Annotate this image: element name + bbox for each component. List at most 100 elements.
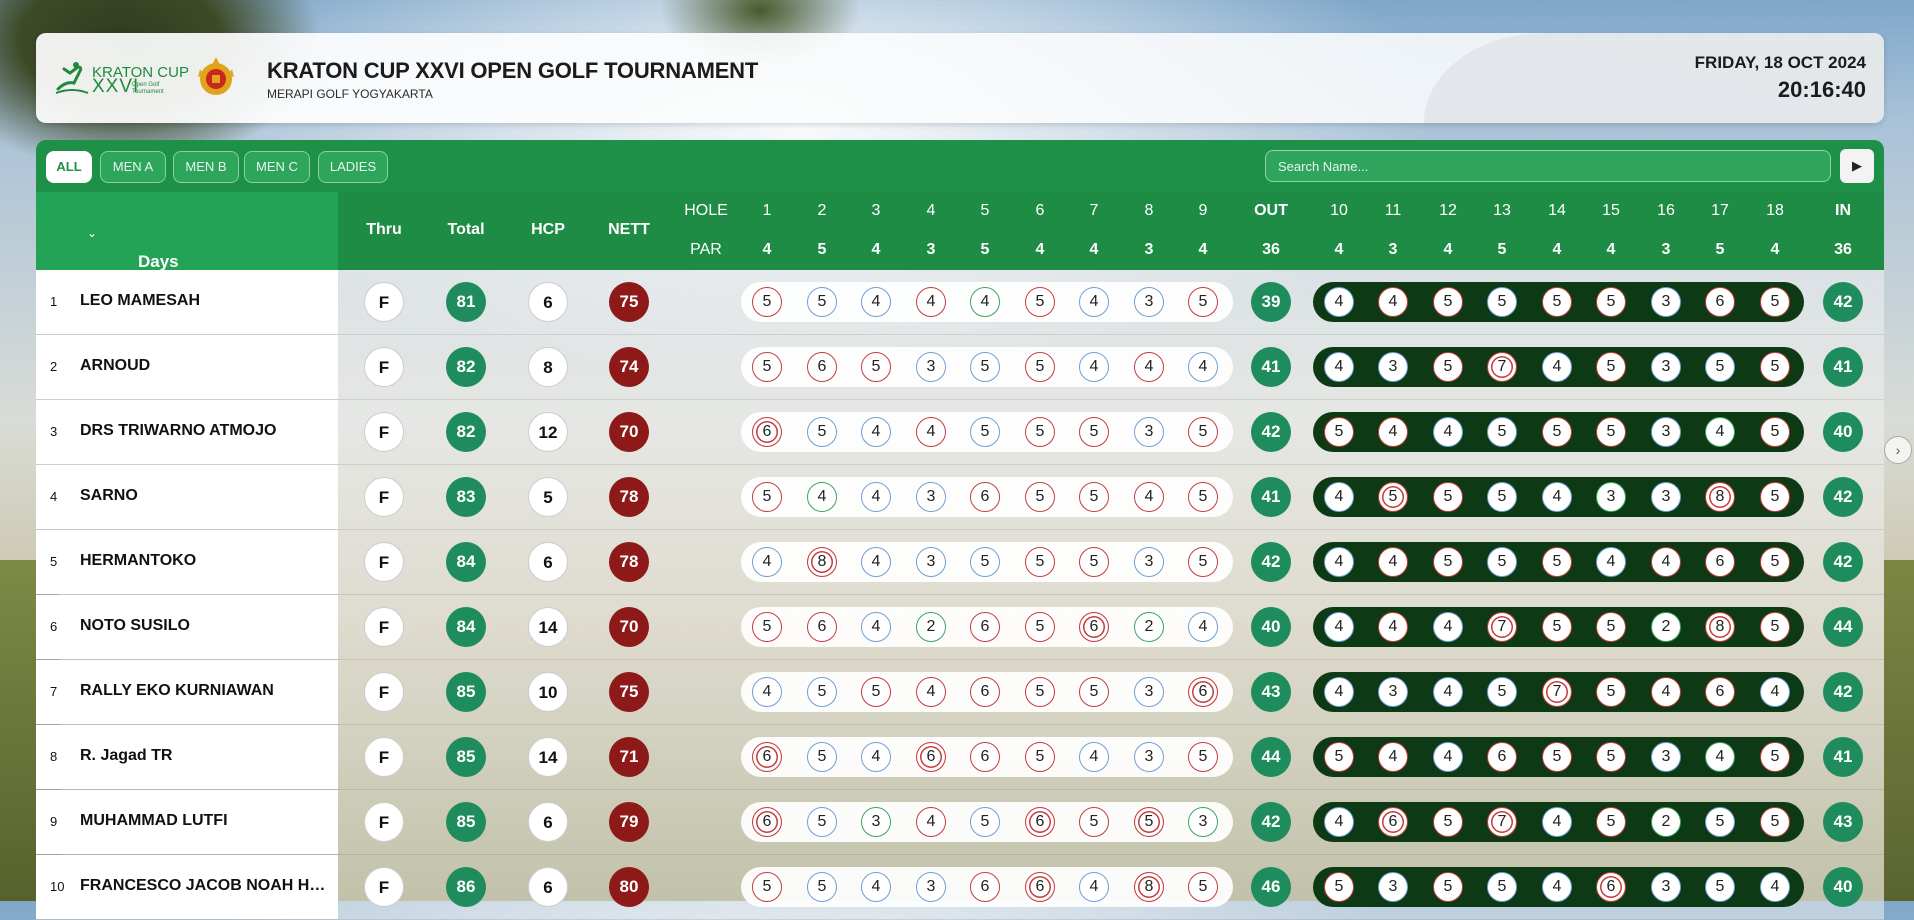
nett-badge: 75	[609, 672, 649, 712]
table-row[interactable]: 1 LEO MAMESAH F 81 6 75 39 42 5 5 4 4 4 5 4 3 5 4 4 5 5 5 5 3 6 5	[36, 270, 1884, 335]
table-header: Days ⌄ Thru Total HCP NETT HOLE PAR OUT …	[36, 192, 1884, 271]
total-badge: 84	[446, 542, 486, 582]
hole-score: 5	[1433, 352, 1463, 382]
hole-score: 7	[1487, 612, 1517, 642]
player-name[interactable]: SARNO	[80, 487, 332, 505]
rank: 10	[50, 879, 65, 894]
in-badge: 43	[1823, 802, 1863, 842]
table-row[interactable]: 9 MUHAMMAD LUTFI F 85 6 79 42 43 6 5 3 4 5 6 5 5 3 4 6 5 7 4 5…	[36, 790, 1884, 855]
chevron-down-icon: ⌄	[87, 226, 98, 240]
hole-score: 4	[916, 287, 946, 317]
hole-score: 4	[1324, 547, 1354, 577]
filter-men-c-button[interactable]: MEN C	[244, 151, 310, 183]
filter-men-b-button[interactable]: MEN B	[173, 151, 239, 183]
search-input[interactable]	[1265, 150, 1831, 182]
hole-score: 6	[970, 612, 1000, 642]
table-row[interactable]: 3 DRS TRIWARNO ATMOJO F 82 12 70 42 40 6 5 4 4 5 5 5 3 5…	[36, 400, 1884, 465]
hole-score: 5	[1025, 612, 1055, 642]
out-badge: 42	[1251, 412, 1291, 452]
hole-score: 6	[1487, 742, 1517, 772]
hole-score: 5	[1433, 807, 1463, 837]
table-row[interactable]: 8 R. Jagad TR F 85 14 71 44 41 6 5 4 6 6 5 4 3 5 5 4 4 6 5 5 3 4…	[36, 725, 1884, 790]
in-badge: 40	[1823, 412, 1863, 452]
hole-score: 5	[1025, 417, 1055, 447]
filter-all-button[interactable]: ALL	[46, 151, 92, 183]
nett-badge: 70	[609, 412, 649, 452]
hcp-header: HCP	[531, 221, 565, 238]
player-name[interactable]: R. Jagad TR	[80, 747, 332, 765]
player-name[interactable]: RALLY EKO KURNIAWAN	[80, 682, 332, 700]
hole-score: 5	[1188, 547, 1218, 577]
play-icon[interactable]: ▶	[1840, 149, 1874, 183]
filter-men-a-button[interactable]: MEN A	[100, 151, 166, 183]
thru-badge: F	[364, 867, 404, 907]
total-badge: 85	[446, 737, 486, 777]
hole-score: 5	[970, 352, 1000, 382]
hole-par: 5	[1715, 241, 1725, 258]
hole-score: 5	[1596, 612, 1626, 642]
hole-score: 5	[1760, 742, 1790, 772]
days-sort-button[interactable]: Days ⌄	[36, 192, 338, 271]
hole-score: 4	[1134, 352, 1164, 382]
player-name[interactable]: HERMANTOKO	[80, 552, 332, 570]
in-badge: 44	[1823, 607, 1863, 647]
hole-score: 5	[1079, 482, 1109, 512]
out-badge: 42	[1251, 542, 1291, 582]
hole-score: 4	[1542, 872, 1572, 902]
hole-number: 13	[1493, 202, 1511, 219]
hole-score: 3	[916, 352, 946, 382]
rank: 4	[50, 489, 58, 504]
hole-score: 4	[1596, 547, 1626, 577]
player-name[interactable]: ARNOUD	[80, 357, 332, 375]
nett-badge: 74	[609, 347, 649, 387]
hole-score: 3	[1596, 482, 1626, 512]
table-row[interactable]: 5 HERMANTOKO F 84 6 78 42 42 4 8 4 3 5 5 5 3 5 4 4 5 5 5 4 4 6 5	[36, 530, 1884, 595]
scroll-right-icon[interactable]: ›	[1884, 436, 1912, 464]
hcp-badge: 14	[528, 607, 568, 647]
table-row[interactable]: 2 ARNOUD F 82 8 74 41 41 5 6 5 3 5 5 4 4 4 4 3 5 7 4 5 3 5 5	[36, 335, 1884, 400]
hole-number: 12	[1439, 202, 1457, 219]
hole-score: 3	[916, 482, 946, 512]
hole-score: 5	[752, 612, 782, 642]
rank: 5	[50, 554, 58, 569]
hole-score: 5	[1079, 677, 1109, 707]
table-row[interactable]: 6 NOTO SUSILO F 84 14 70 40 44 5 6 4 2 6 5 6 2 4 4 4 4 7 5 5 2 8…	[36, 595, 1884, 660]
player-name[interactable]: LEO MAMESAH	[80, 292, 332, 310]
hole-score: 7	[1487, 352, 1517, 382]
out-badge: 46	[1251, 867, 1291, 907]
hole-par: 4	[1035, 241, 1045, 258]
hole-score: 6	[1705, 677, 1735, 707]
table-row[interactable]: 7 RALLY EKO KURNIAWAN F 85 10 75 43 42 4 5 5 4 6 5 5 3 6…	[36, 660, 1884, 725]
hole-score: 6	[916, 742, 946, 772]
hole-score: 8	[807, 547, 837, 577]
hole-score: 5	[1596, 352, 1626, 382]
filter-ladies-button[interactable]: LADIES	[318, 151, 388, 183]
total-badge: 85	[446, 802, 486, 842]
hole-score: 4	[970, 287, 1000, 317]
table-row[interactable]: 4 SARNO F 83 5 78 41 42 5 4 4 3 6 5 5 4 5 4 5 5 5 4 3 3 8 5	[36, 465, 1884, 530]
hole-score: 4	[1705, 417, 1735, 447]
hole-score: 5	[1487, 547, 1517, 577]
player-name[interactable]: DRS TRIWARNO ATMOJO	[80, 422, 332, 440]
rank: 1	[50, 294, 58, 309]
hole-par: 4	[871, 241, 881, 258]
hole-score: 4	[1433, 417, 1463, 447]
table-row[interactable]: 10 FRANCESCO JACOB NOAH HA... F 86 6 80 46 40 5 5…	[36, 855, 1884, 920]
hole-score: 6	[752, 807, 782, 837]
hole-score: 5	[1079, 807, 1109, 837]
out-header: OUT	[1254, 202, 1288, 219]
thru-badge: F	[364, 737, 404, 777]
in-badge: 42	[1823, 477, 1863, 517]
player-name[interactable]: FRANCESCO JACOB NOAH HA...	[80, 877, 332, 895]
hcp-badge: 6	[528, 282, 568, 322]
hole-score: 4	[1433, 742, 1463, 772]
total-badge: 81	[446, 282, 486, 322]
hcp-badge: 12	[528, 412, 568, 452]
nett-header: NETT	[608, 221, 650, 238]
hole-score: 5	[1324, 872, 1354, 902]
hole-par: 4	[1552, 241, 1562, 258]
event-logo: KRATON CUP XXVI Open Golf Tournament	[92, 65, 189, 96]
hole-score: 5	[1760, 287, 1790, 317]
player-name[interactable]: NOTO SUSILO	[80, 617, 332, 635]
player-name[interactable]: MUHAMMAD LUTFI	[80, 812, 332, 830]
